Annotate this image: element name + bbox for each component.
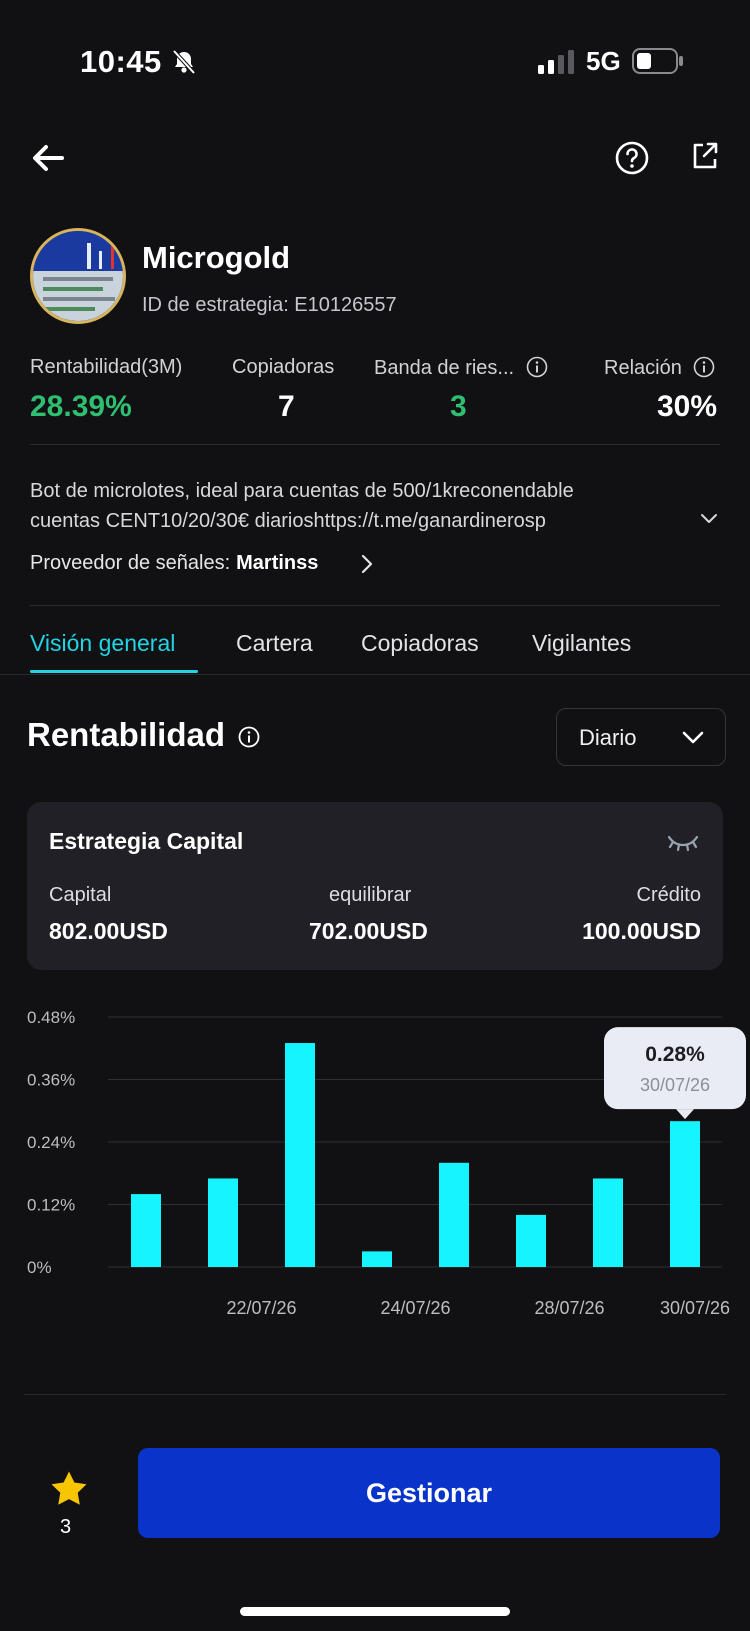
stat-value-ratio: 30% [657,390,718,423]
bar [516,1214,546,1267]
chevron-down-icon [682,731,704,744]
manage-button[interactable]: Gestionar [138,1448,720,1538]
tab-active-indicator [30,670,198,673]
info-icon[interactable] [238,726,260,748]
risk-label-text: Banda de ries... [374,357,515,379]
info-icon[interactable] [526,356,548,378]
stat-value-risk: 3 [450,390,467,423]
bottom-divider [24,1394,726,1395]
provider-label: Proveedor de señales: [30,552,231,574]
stat-label-ratio[interactable]: Relación [604,356,715,380]
info-icon[interactable] [693,356,715,378]
help-icon[interactable] [614,140,650,176]
capital-label: Capital [49,884,112,906]
credit-label: Crédito [636,884,701,906]
strategy-name: Microgold [142,240,291,275]
status-bar: 10:45 5G [0,0,750,120]
bar [593,1178,623,1267]
x-tick-label: 30/07/26 [660,1298,730,1318]
star-icon[interactable] [50,1470,88,1506]
profit-bar-chart: 0.48% 0.36% 0.24% 0.12% 0% 22/07/26 24/07/26 28… [27,1008,746,1318]
back-arrow-icon[interactable] [28,138,68,178]
favorites-count: 3 [60,1516,72,1538]
credit-value: 100.00USD [582,918,701,944]
strategy-description: Bot de microlotes, ideal para cuentas de… [30,476,690,536]
y-tick-label: 0.12% [27,1196,75,1215]
home-indicator [240,1607,510,1616]
tooltip-value: 0.28% [645,1043,705,1066]
signal-provider[interactable]: Proveedor de señales: Martinss [30,552,318,575]
stat-label-risk[interactable]: Banda de ries... [374,356,548,380]
section-title: Rentabilidad [27,716,226,753]
provider-name: Martinss [236,552,319,574]
description-line-2: cuentas CENT10/20/30€ diarioshttps://t.m… [30,510,546,532]
tooltip-box [604,1027,746,1110]
status-time: 10:45 [80,44,162,79]
tab-portfolio[interactable]: Cartera [236,630,313,657]
bar [362,1251,392,1267]
eye-closed-icon[interactable] [667,832,699,852]
stat-label-profit: Rentabilidad(3M) [30,356,183,378]
signal-icon [538,50,574,74]
battery-icon [632,48,683,74]
tab-copiers[interactable]: Copiadoras [361,630,479,657]
stat-label-copiers: Copiadoras [232,356,335,378]
period-select[interactable]: Diario [556,708,726,766]
y-tick-label: 0.24% [27,1133,75,1152]
bar [131,1194,161,1267]
y-tick-label: 0.48% [27,1008,75,1027]
x-tick-label: 28/07/26 [534,1298,604,1318]
bar [285,1043,315,1267]
balance-value: 702.00USD [309,918,428,944]
balance-label: equilibrar [329,884,412,906]
tooltip-date: 30/07/26 [640,1075,710,1095]
period-value: Diario [579,725,637,750]
bar [670,1121,700,1267]
description-line-1: Bot de microlotes, ideal para cuentas de… [30,480,574,502]
bell-muted-icon [172,49,196,75]
capital-value: 802.00USD [49,918,168,944]
tooltip-pointer [676,1109,694,1120]
chevron-right-icon[interactable] [360,553,374,575]
y-tick-label: 0.36% [27,1071,75,1090]
divider [30,444,720,445]
chevron-down-icon[interactable] [700,512,718,526]
strategy-id: ID de estrategia: E10126557 [142,294,397,316]
x-tick-label: 22/07/26 [226,1298,296,1318]
divider [30,605,720,606]
tab-overview[interactable]: Visión general [30,630,175,657]
strategy-avatar [30,228,126,324]
y-tick-label: 0% [27,1258,52,1277]
share-icon[interactable] [690,140,720,172]
bar [439,1162,469,1267]
tab-watchers[interactable]: Vigilantes [532,630,631,657]
card-title: Estrategia Capital [49,828,244,854]
network-label: 5G [586,46,621,76]
ratio-label-text: Relación [604,357,682,379]
stat-value-copiers: 7 [278,390,295,423]
x-tick-label: 24/07/26 [380,1298,450,1318]
bar [208,1178,238,1267]
capital-card: Estrategia Capital Capital 802.00USD equ… [27,802,723,970]
stat-value-profit: 28.39% [30,390,132,423]
tab-divider [0,674,750,675]
